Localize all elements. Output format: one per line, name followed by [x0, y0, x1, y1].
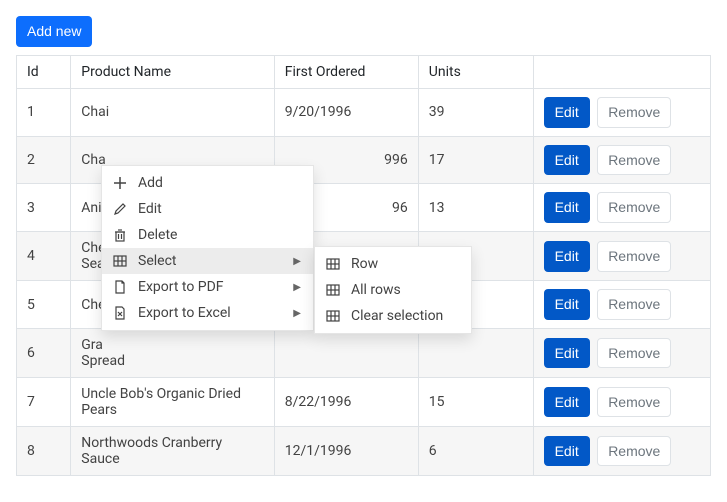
cell-id: 2	[17, 136, 71, 184]
cell-actions: Edit Remove	[533, 88, 710, 136]
cell-actions: Edit Remove	[533, 232, 710, 281]
cell-actions: Edit Remove	[533, 281, 710, 329]
ctx-item-label: All rows	[351, 282, 401, 298]
header-row: Id Product Name First Ordered Units	[17, 55, 711, 88]
edit-button[interactable]: Edit	[544, 145, 590, 176]
cell-name: Uncle Bob's Organic Dried Pears	[71, 377, 275, 426]
context-submenu-select[interactable]: Row All rows Clear selection	[314, 246, 472, 334]
pencil-icon	[112, 201, 128, 217]
remove-button[interactable]: Remove	[597, 436, 671, 467]
edit-button[interactable]: Edit	[544, 97, 590, 128]
cell-id: 7	[17, 377, 71, 426]
edit-button[interactable]: Edit	[544, 241, 590, 272]
plus-icon	[112, 175, 128, 191]
context-menu[interactable]: Add Edit Delete Select ▶	[101, 165, 314, 331]
ctx-item-select[interactable]: Select ▶	[102, 248, 313, 274]
ctx-item-delete[interactable]: Delete	[102, 222, 313, 248]
ctx-item-label: Export to PDF	[138, 279, 224, 295]
ctx-item-label: Add	[138, 175, 163, 191]
cell-actions: Edit Remove	[533, 136, 710, 184]
col-header-units[interactable]: Units	[418, 55, 533, 88]
ctx-item-edit[interactable]: Edit	[102, 196, 313, 222]
table-cells-icon	[112, 253, 128, 269]
trash-icon	[112, 227, 128, 243]
file-pdf-icon	[112, 279, 128, 295]
table-row[interactable]: 6 GraSpread Edit Remove	[17, 328, 711, 377]
remove-button[interactable]: Remove	[597, 192, 671, 223]
cell-name: GraSpread	[71, 328, 275, 377]
remove-button[interactable]: Remove	[597, 97, 671, 128]
remove-button[interactable]: Remove	[597, 387, 671, 418]
edit-button[interactable]: Edit	[544, 338, 590, 369]
remove-button[interactable]: Remove	[597, 338, 671, 369]
ctx-sub-item-row[interactable]: Row	[315, 251, 471, 277]
file-excel-icon	[112, 305, 128, 321]
cell-units	[418, 328, 533, 377]
ctx-item-label: Delete	[138, 227, 177, 243]
edit-button[interactable]: Edit	[544, 289, 590, 320]
remove-button[interactable]: Remove	[597, 145, 671, 176]
cell-units: 6	[418, 426, 533, 475]
col-header-name[interactable]: Product Name	[71, 55, 275, 88]
ctx-item-add[interactable]: Add	[102, 170, 313, 196]
col-header-id[interactable]: Id	[17, 55, 71, 88]
cell-date: 9/20/1996	[274, 88, 418, 136]
ctx-item-label: Clear selection	[351, 308, 443, 324]
cell-units: 39	[418, 88, 533, 136]
grid-icon	[325, 282, 341, 298]
cell-id: 3	[17, 184, 71, 232]
ctx-item-export-pdf[interactable]: Export to PDF ▶	[102, 274, 313, 300]
chevron-right-icon: ▶	[293, 256, 301, 267]
cell-date: 8/22/1996	[274, 377, 418, 426]
cell-units: 17	[418, 136, 533, 184]
col-header-date[interactable]: First Ordered	[274, 55, 418, 88]
remove-button[interactable]: Remove	[597, 289, 671, 320]
cell-actions: Edit Remove	[533, 184, 710, 232]
cell-name: Northwoods Cranberry Sauce	[71, 426, 275, 475]
cell-date: 12/1/1996	[274, 426, 418, 475]
cell-date	[274, 328, 418, 377]
edit-button[interactable]: Edit	[544, 387, 590, 418]
grid-icon	[325, 256, 341, 272]
table-row[interactable]: 1 Chai 9/20/1996 39 Edit Remove	[17, 88, 711, 136]
ctx-item-export-excel[interactable]: Export to Excel ▶	[102, 300, 313, 326]
cell-actions: Edit Remove	[533, 328, 710, 377]
ctx-sub-item-all-rows[interactable]: All rows	[315, 277, 471, 303]
cell-actions: Edit Remove	[533, 377, 710, 426]
ctx-item-label: Edit	[138, 201, 162, 217]
table-row[interactable]: 7 Uncle Bob's Organic Dried Pears 8/22/1…	[17, 377, 711, 426]
cell-id: 1	[17, 88, 71, 136]
cell-units: 13	[418, 184, 533, 232]
ctx-item-label: Row	[351, 256, 378, 272]
chevron-right-icon: ▶	[293, 308, 301, 319]
edit-button[interactable]: Edit	[544, 436, 590, 467]
chevron-right-icon: ▶	[293, 282, 301, 293]
cell-id: 8	[17, 426, 71, 475]
ctx-item-label: Export to Excel	[138, 305, 231, 321]
cell-actions: Edit Remove	[533, 426, 710, 475]
remove-button[interactable]: Remove	[597, 241, 671, 272]
cell-id: 4	[17, 232, 71, 281]
ctx-item-label: Select	[138, 253, 176, 269]
col-header-actions	[533, 55, 710, 88]
cell-id: 6	[17, 328, 71, 377]
ctx-sub-item-clear[interactable]: Clear selection	[315, 303, 471, 329]
cell-units: 15	[418, 377, 533, 426]
cell-id: 5	[17, 281, 71, 329]
grid-icon	[325, 308, 341, 324]
add-new-button[interactable]: Add new	[16, 16, 92, 47]
edit-button[interactable]: Edit	[544, 192, 590, 223]
table-row[interactable]: 8 Northwoods Cranberry Sauce 12/1/1996 6…	[17, 426, 711, 475]
cell-name: Chai	[71, 88, 275, 136]
